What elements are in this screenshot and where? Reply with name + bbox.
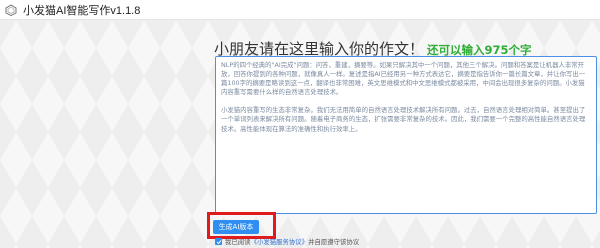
essay-paragraph-1: NLP的四个经典的"AI完成"问题：问答，重建，摘要等。如果只解决其中一个问题，… [221,61,586,97]
check-icon [216,239,221,244]
agree-suffix: 并自愿遵守该协议 [308,238,360,246]
app-logo-icon [5,3,17,16]
agree-checkbox[interactable] [215,238,222,245]
essay-paragraph-2: 小发猫内容重写的生态非常复杂。我们无法用简单的自然语言处理技术解决所有问题。过去… [221,106,586,133]
service-agreement-link[interactable]: 《小发猫服务协议》 [251,237,309,246]
generate-ai-version-button[interactable]: 生成AI版本 [213,220,259,234]
title-bar: 小发猫AI智能写作v1.1.8 [0,0,600,20]
agreement-row: 我已阅读 《小发猫服务协议》 并自愿遵守该协议 [215,237,359,246]
agree-prefix: 我已阅读 [225,238,251,246]
essay-textarea[interactable]: NLP的四个经典的"AI完成"问题：问答，重建，摘要等。如果只解决其中一个问题，… [215,56,597,214]
window-title: 小发猫AI智能写作v1.1.8 [23,4,141,17]
